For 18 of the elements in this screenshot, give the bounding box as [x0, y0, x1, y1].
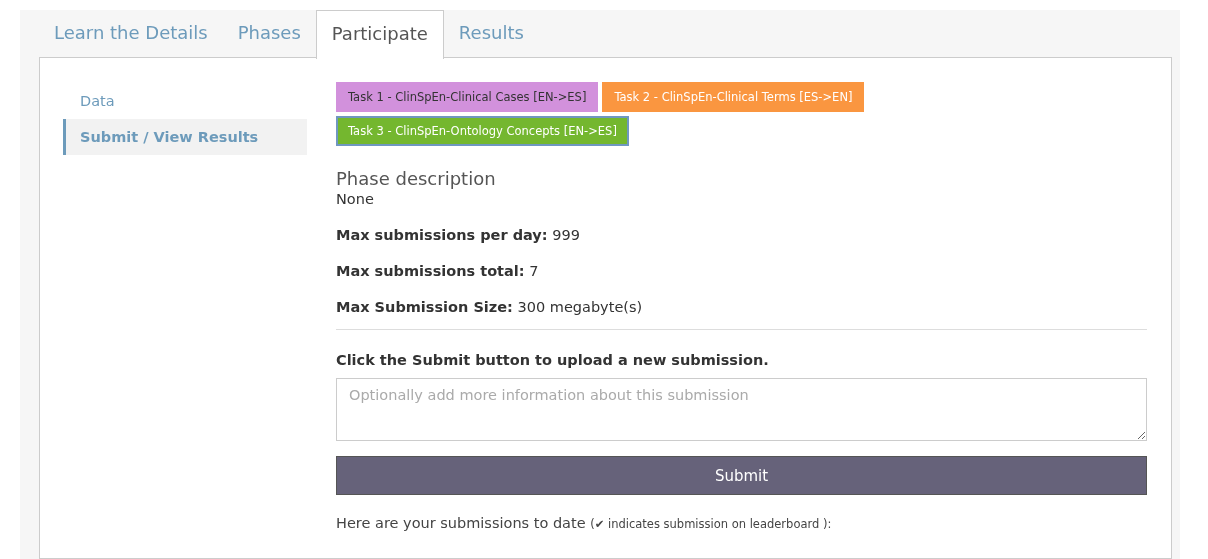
phase-button[interactable]: Task 2 - ClinSpEn-Clinical Terms [ES->EN]: [602, 82, 865, 112]
description-field[interactable]: Optionally add more information about this submission: [336, 378, 1147, 441]
sidebar-item[interactable]: Submit / View Results: [63, 119, 307, 155]
limit-text: Max Submission Size: 300 megabyte(s): [336, 299, 644, 315]
section-heading: Phase description: [336, 168, 497, 189]
tab[interactable]: Phases: [222, 10, 316, 58]
sidebar-item[interactable]: Data: [63, 83, 307, 119]
limit-text: Max submissions per day: 999: [336, 227, 581, 243]
tab[interactable]: Results: [443, 10, 539, 58]
description-text: None: [336, 191, 375, 207]
phase-button[interactable]: Task 1 - ClinSpEn-Clinical Cases [EN->ES]: [336, 82, 599, 112]
form-prompt: Click the Submit button to upload a new submission.: [336, 352, 770, 368]
tab[interactable]: Learn the Details: [39, 10, 223, 58]
submit-button[interactable]: Submit: [336, 456, 1147, 495]
limit-text: Max submissions total: 7: [336, 263, 540, 279]
submissions-text: Here are your submissions to date (✔ indicates submission on leaderboard ):: [336, 515, 833, 531]
phase-button[interactable]: Task 3 - ClinSpEn-Ontology Concepts [EN->ES]: [336, 116, 629, 146]
tab[interactable]: Participate: [315, 10, 444, 59]
